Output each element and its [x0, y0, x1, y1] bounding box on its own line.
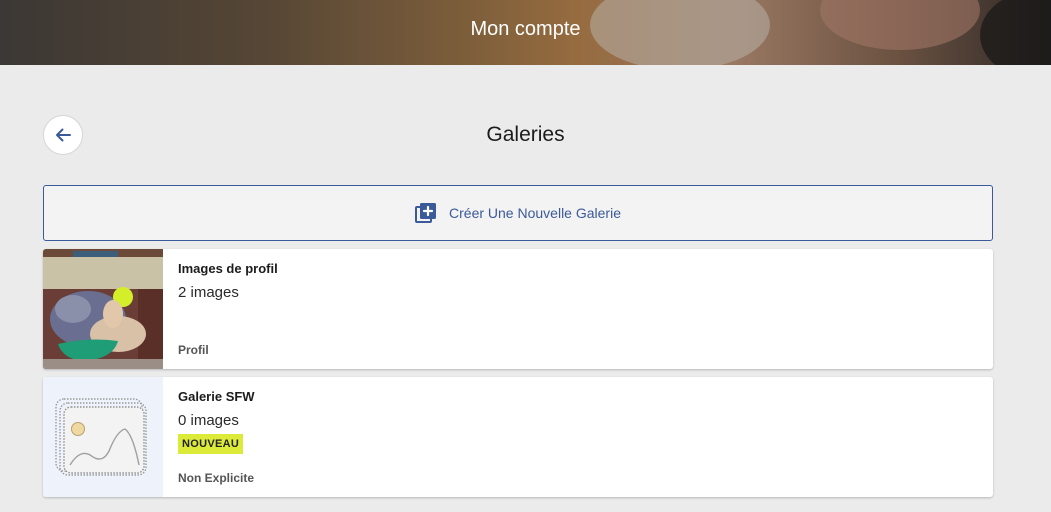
gallery-thumbnail [43, 249, 163, 369]
page-title: Galeries [486, 123, 565, 146]
gallery-image-count: 2 images [178, 284, 239, 301]
gallery-card-profile[interactable]: Images de profil 2 images Profil [43, 249, 993, 369]
gallery-name: Images de profil [178, 261, 278, 276]
create-gallery-button[interactable]: Créer Une Nouvelle Galerie [43, 185, 993, 241]
account-header: Mon compte [0, 0, 1051, 65]
gallery-name: Galerie SFW [178, 389, 255, 404]
create-gallery-label: Créer Une Nouvelle Galerie [449, 205, 621, 221]
gallery-category: Non Explicite [178, 471, 255, 485]
gallery-thumbnail [43, 377, 163, 497]
gallery-image-count: 0 images [178, 412, 239, 429]
gallery-card-sfw[interactable]: Galerie SFW 0 images NOUVEAU Non Explici… [43, 377, 993, 497]
gallery-category: Profil [178, 343, 209, 357]
placeholder-image-icon [55, 398, 147, 476]
new-badge: NOUVEAU [178, 434, 244, 454]
add-to-gallery-icon [415, 203, 437, 223]
header-title: Mon compte [470, 18, 581, 40]
